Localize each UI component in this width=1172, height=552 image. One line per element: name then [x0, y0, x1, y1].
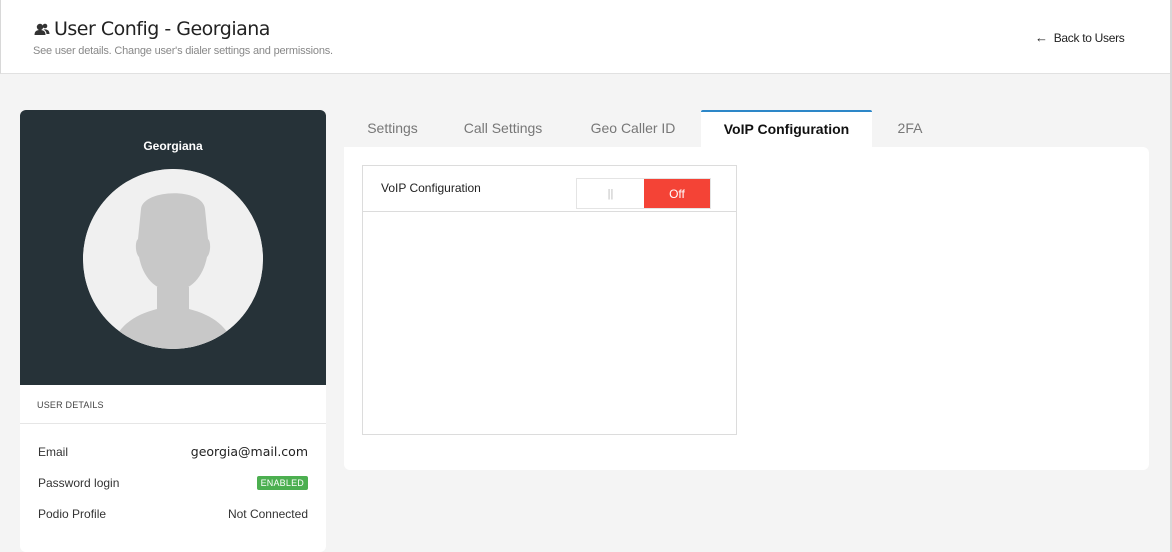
title-row: User Config - Georgiana	[33, 18, 270, 40]
detail-row-password-login: Password login ENABLED	[38, 476, 308, 490]
person-silhouette-icon	[83, 169, 263, 349]
tab-settings[interactable]: Settings	[344, 110, 441, 148]
tab-call-settings[interactable]: Call Settings	[441, 110, 565, 148]
voip-toggle[interactable]: || Off	[576, 178, 711, 209]
detail-label: Password login	[38, 476, 120, 490]
tab-content-panel: VoIP Configuration || Off	[344, 147, 1149, 470]
detail-value: Not Connected	[227, 507, 308, 521]
voip-config-label: VoIP Configuration	[381, 181, 481, 195]
detail-label: Podio Profile	[38, 507, 107, 521]
page-subtitle: See user details. Change user's dialer s…	[33, 45, 333, 57]
page-header: User Config - Georgiana See user details…	[0, 0, 1170, 74]
detail-row-email: Email georgia@mail.com	[38, 444, 308, 459]
voip-config-box: VoIP Configuration || Off	[362, 165, 737, 435]
profile-card: Georgiana USER DETAILS Email georgia@mai…	[20, 110, 326, 552]
voip-config-header: VoIP Configuration || Off	[363, 166, 736, 212]
arrow-left-icon: ←	[1035, 30, 1048, 45]
user-group-icon	[33, 20, 51, 38]
back-link-label: Back to Users	[1053, 30, 1125, 45]
detail-label: Email	[38, 444, 69, 459]
tab-geo-caller-id[interactable]: Geo Caller ID	[565, 110, 701, 148]
detail-value: georgia@mail.com	[190, 444, 308, 459]
tab-voip-configuration[interactable]: VoIP Configuration	[701, 110, 872, 148]
page-title: User Config - Georgiana	[54, 18, 270, 40]
back-to-users-link[interactable]: ← Back to Users	[1035, 30, 1125, 45]
profile-banner: Georgiana	[20, 110, 326, 385]
detail-row-podio-profile: Podio Profile Not Connected	[38, 507, 308, 521]
toggle-off-side[interactable]: Off	[644, 179, 710, 208]
tab-2fa[interactable]: 2FA	[872, 110, 948, 148]
tab-bar: Settings Call Settings Geo Caller ID VoI…	[344, 110, 948, 148]
status-badge: ENABLED	[256, 476, 308, 490]
toggle-on-side[interactable]: ||	[577, 179, 644, 208]
profile-name: Georgiana	[143, 139, 203, 153]
user-details-header: USER DETAILS	[20, 385, 326, 424]
avatar	[83, 169, 263, 349]
